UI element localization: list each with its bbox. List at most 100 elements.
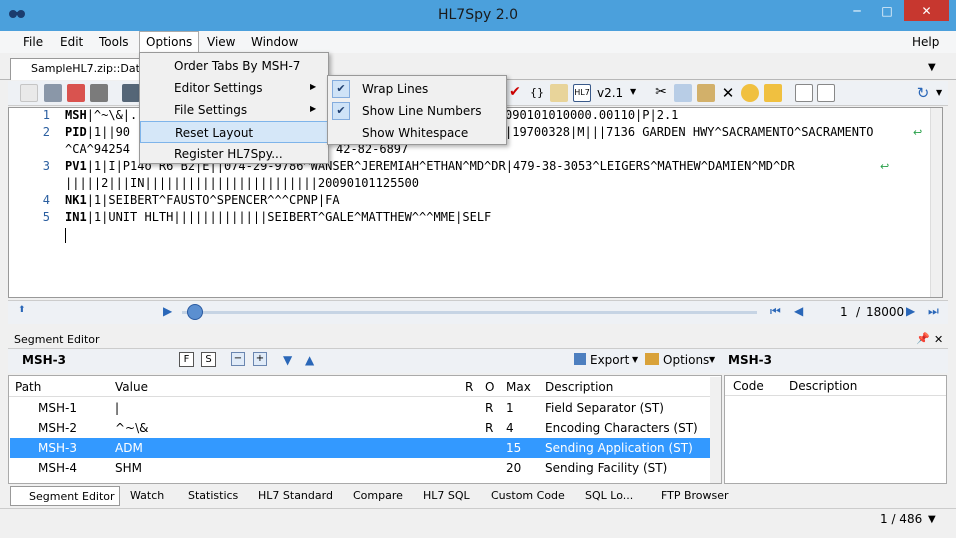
export-dropdown-icon[interactable]: ▼ — [632, 355, 638, 364]
previous-message-icon[interactable]: ◀ — [794, 304, 803, 318]
column-header-path[interactable]: Path — [15, 380, 41, 394]
close-file-icon[interactable] — [67, 84, 85, 102]
column-header-o[interactable]: O — [485, 380, 494, 394]
find-icon[interactable] — [122, 84, 140, 102]
add-segment-icon[interactable] — [741, 84, 759, 102]
tab-list-dropdown-icon[interactable]: ▼ — [928, 62, 936, 73]
menu-item-file-settings[interactable]: File Settings — [140, 99, 328, 121]
copy-icon[interactable] — [674, 84, 692, 102]
menu-item-reset-layout[interactable]: Reset Layout — [140, 121, 328, 143]
cell-max: 1 — [506, 401, 514, 415]
tab-ftp-browser[interactable]: FTP Browser — [643, 486, 729, 506]
minimize-button[interactable]: ─ — [842, 0, 872, 21]
next-message-icon[interactable]: ▶ — [906, 304, 915, 318]
export-button[interactable]: Export — [590, 353, 629, 367]
column-header-code-description[interactable]: Description — [789, 379, 857, 393]
first-message-icon[interactable]: ⏮ — [770, 304, 781, 319]
expand-all-icon[interactable]: + — [253, 352, 267, 366]
close-panel-icon[interactable]: ✕ — [934, 333, 943, 346]
cell-description: Encoding Characters (ST) — [545, 421, 698, 435]
checkmark-icon: ✔ — [332, 102, 350, 120]
cell-description: Sending Facility (ST) — [545, 461, 668, 475]
close-button[interactable]: ✕ — [904, 0, 949, 21]
move-up-icon[interactable]: ▲ — [305, 353, 314, 367]
current-message-number[interactable]: 1 — [840, 305, 848, 319]
tab-segment-editor[interactable]: Segment Editor — [10, 486, 120, 506]
tab-hl7-sql[interactable]: HL7 SQL — [405, 486, 470, 506]
menu-item-show-line-numbers[interactable]: ✔ Show Line Numbers — [328, 100, 506, 122]
print-icon[interactable] — [90, 84, 108, 102]
field-view-icon[interactable]: F — [179, 352, 194, 367]
document-tab[interactable]: SampleHL7.zip::Data. — [10, 58, 145, 80]
code-line: ^CA^94254 — [65, 142, 131, 156]
cell-value[interactable]: ^~\& — [115, 418, 149, 438]
column-header-value[interactable]: Value — [115, 380, 148, 394]
cell-path: MSH-4 — [38, 461, 77, 475]
status-dropdown-icon[interactable]: ▼ — [928, 514, 936, 525]
move-down-icon[interactable]: ▼ — [283, 353, 292, 367]
version-selector[interactable]: v2.1 — [597, 86, 623, 100]
move-left-icon[interactable] — [795, 84, 813, 102]
hl7-version-icon[interactable]: HL7 — [573, 84, 591, 102]
menu-help[interactable]: Help — [906, 33, 945, 51]
new-file-icon[interactable] — [20, 84, 38, 102]
save-icon[interactable] — [44, 84, 62, 102]
validate-icon[interactable]: ✔ — [506, 84, 524, 102]
add-field-icon[interactable] — [764, 84, 782, 102]
play-icon[interactable]: ▶ — [163, 304, 172, 318]
menu-edit[interactable]: Edit — [54, 33, 89, 51]
menu-item-editor-settings[interactable]: Editor Settings — [140, 77, 328, 99]
column-header-description[interactable]: Description — [545, 380, 613, 394]
delete-icon[interactable]: ✕ — [719, 84, 737, 102]
cut-icon[interactable]: ✂ — [652, 84, 670, 102]
cell-value[interactable]: ADM — [115, 438, 143, 458]
options-button[interactable]: Options — [663, 353, 709, 367]
version-dropdown-icon[interactable]: ▼ — [630, 87, 636, 96]
cell-path: MSH-3 — [38, 441, 77, 455]
table-row[interactable]: MSH-2 ^~\& R 4 Encoding Characters (ST) — [10, 418, 712, 438]
tab-custom-code[interactable]: Custom Code — [473, 486, 565, 506]
tab-sql-log[interactable]: SQL Lo... — [567, 486, 633, 506]
editor-vertical-scrollbar[interactable] — [930, 108, 942, 297]
checkmark-icon: ✔ — [332, 80, 350, 98]
tab-compare[interactable]: Compare — [335, 486, 403, 506]
tab-watch[interactable]: Watch — [112, 486, 164, 506]
maximize-button[interactable]: □ — [872, 0, 902, 21]
menu-tools[interactable]: Tools — [93, 33, 135, 51]
menu-item-order-tabs[interactable]: Order Tabs By MSH-7 — [140, 55, 328, 77]
menu-window[interactable]: Window — [245, 33, 304, 51]
tab-hl7-standard[interactable]: HL7 Standard — [240, 486, 333, 506]
move-right-icon[interactable] — [817, 84, 835, 102]
refresh-icon[interactable]: ↻ — [914, 84, 932, 102]
table-row-selected[interactable]: MSH-3 ADM 15 Sending Application (ST) — [10, 438, 712, 458]
grid-vertical-scrollbar[interactable] — [710, 377, 721, 483]
menu-item-wrap-lines[interactable]: ✔ Wrap Lines — [328, 78, 506, 100]
table-row[interactable]: MSH-1 | R 1 Field Separator (ST) — [10, 398, 712, 418]
menu-item-register[interactable]: Register HL7Spy... — [140, 143, 328, 165]
pin-icon[interactable]: ⬆ — [18, 305, 26, 315]
edit-message-icon[interactable] — [550, 84, 568, 102]
options-menu: Order Tabs By MSH-7 Editor Settings ▶ Fi… — [139, 52, 329, 164]
table-row[interactable]: MSH-4 SHM 20 Sending Facility (ST) — [10, 458, 712, 478]
tab-statistics[interactable]: Statistics — [170, 486, 238, 506]
pin-panel-icon[interactable]: 📌 — [916, 332, 930, 345]
column-header-code[interactable]: Code — [733, 379, 764, 393]
last-message-icon[interactable]: ⏭ — [928, 304, 939, 319]
paste-icon[interactable] — [697, 84, 715, 102]
segment-braces-icon[interactable]: {} — [528, 84, 546, 102]
cell-value[interactable]: | — [115, 398, 119, 418]
column-header-max[interactable]: Max — [506, 380, 531, 394]
segment-view-icon[interactable]: S — [201, 352, 216, 367]
menu-view[interactable]: View — [201, 33, 241, 51]
options-dropdown-icon[interactable]: ▼ — [709, 355, 715, 364]
menu-file[interactable]: File — [17, 33, 49, 51]
message-slider-track[interactable] — [182, 311, 757, 314]
collapse-all-icon[interactable]: − — [231, 352, 245, 366]
message-slider-thumb[interactable] — [187, 304, 203, 320]
column-header-r[interactable]: R — [465, 380, 473, 394]
cell-value[interactable]: SHM — [115, 458, 142, 478]
menu-options[interactable]: Options — [139, 31, 200, 53]
line-number: 5 — [42, 210, 50, 224]
toolbar-overflow-icon[interactable]: ▼ — [936, 88, 942, 97]
menu-item-show-whitespace[interactable]: Show Whitespace — [328, 122, 506, 144]
